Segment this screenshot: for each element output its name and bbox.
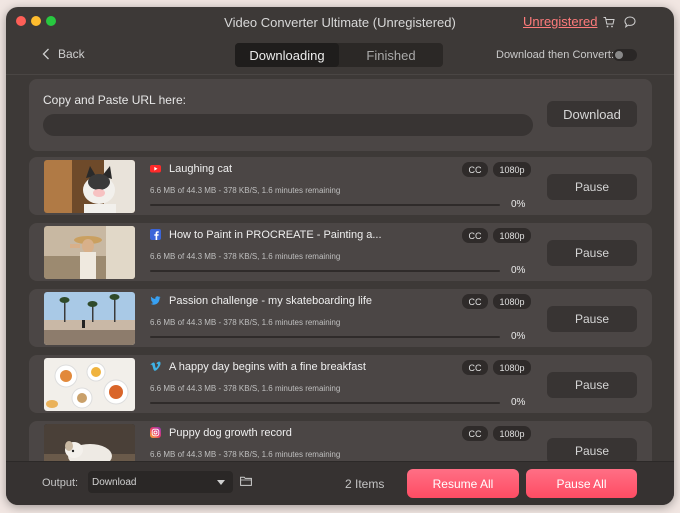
item-title: Laughing cat bbox=[169, 163, 232, 175]
pause-all-button[interactable]: Pause All bbox=[526, 469, 637, 498]
toggle-knob bbox=[615, 51, 623, 59]
output-label: Output: bbox=[42, 477, 79, 489]
tab-downloading[interactable]: Downloading bbox=[235, 43, 339, 67]
progress-bar bbox=[150, 204, 500, 206]
item-meta: 6.6 MB of 44.3 MB - 378 KB/S, 1.6 minute… bbox=[150, 450, 341, 459]
url-input[interactable] bbox=[43, 114, 533, 136]
youtube-icon bbox=[150, 165, 161, 173]
twitter-icon bbox=[150, 296, 161, 305]
url-panel: Copy and Paste URL here: Download bbox=[29, 79, 652, 151]
pause-button[interactable]: Pause bbox=[547, 306, 637, 332]
item-title: Puppy dog growth record bbox=[169, 427, 292, 439]
cc-badge: CC bbox=[462, 294, 488, 309]
item-title: How to Paint in PROCREATE - Painting a..… bbox=[169, 229, 382, 241]
resolution-badge: 1080p bbox=[493, 426, 531, 441]
cc-badge: CC bbox=[462, 426, 488, 441]
progress-bar bbox=[150, 270, 500, 272]
download-item: Passion challenge - my skateboarding lif… bbox=[29, 289, 652, 347]
chat-icon[interactable] bbox=[624, 16, 636, 28]
output-select-value: Download bbox=[92, 476, 137, 488]
pause-button[interactable]: Pause bbox=[547, 240, 637, 266]
pause-button[interactable]: Pause bbox=[547, 372, 637, 398]
instagram-icon bbox=[150, 427, 161, 438]
resolution-badge: 1080p bbox=[493, 228, 531, 243]
cc-badge: CC bbox=[462, 162, 488, 177]
output-select[interactable]: Download bbox=[88, 471, 233, 493]
item-title: Passion challenge - my skateboarding lif… bbox=[169, 295, 373, 307]
resolution-badge: 1080p bbox=[493, 294, 531, 309]
progress-percent: 0% bbox=[511, 199, 526, 210]
pause-button[interactable]: Pause bbox=[547, 174, 637, 200]
cc-badge: CC bbox=[462, 360, 488, 375]
progress-bar bbox=[150, 402, 500, 404]
video-thumbnail bbox=[44, 358, 135, 411]
folder-icon[interactable] bbox=[240, 476, 252, 486]
chevron-left-icon bbox=[42, 48, 49, 60]
video-thumbnail bbox=[44, 160, 135, 213]
back-button[interactable]: Back bbox=[42, 47, 85, 61]
cart-icon[interactable] bbox=[603, 16, 615, 28]
tab-finished[interactable]: Finished bbox=[339, 43, 443, 67]
download-button[interactable]: Download bbox=[547, 101, 637, 127]
items-count: 2 Items bbox=[345, 477, 385, 491]
progress-bar bbox=[150, 336, 500, 338]
item-meta: 6.6 MB of 44.3 MB - 378 KB/S, 1.6 minute… bbox=[150, 318, 341, 327]
video-thumbnail bbox=[44, 226, 135, 279]
cc-badge: CC bbox=[462, 228, 488, 243]
progress-percent: 0% bbox=[511, 397, 526, 408]
divider bbox=[6, 74, 674, 75]
chevron-down-icon bbox=[217, 479, 225, 485]
vimeo-icon bbox=[150, 361, 161, 371]
resume-all-button[interactable]: Resume All bbox=[407, 469, 519, 498]
title-bar: Video Converter Ultimate (Unregistered) … bbox=[6, 7, 674, 37]
url-label: Copy and Paste URL here: bbox=[43, 93, 186, 107]
item-title: A happy day begins with a fine breakfast bbox=[169, 361, 366, 373]
item-meta: 6.6 MB of 44.3 MB - 378 KB/S, 1.6 minute… bbox=[150, 384, 341, 393]
resolution-badge: 1080p bbox=[493, 360, 531, 375]
unregistered-link[interactable]: Unregistered bbox=[523, 14, 597, 29]
item-meta: 6.6 MB of 44.3 MB - 378 KB/S, 1.6 minute… bbox=[150, 186, 341, 195]
back-label: Back bbox=[58, 47, 85, 61]
resolution-badge: 1080p bbox=[493, 162, 531, 177]
progress-percent: 0% bbox=[511, 265, 526, 276]
download-then-convert-label: Download then Convert: bbox=[496, 49, 615, 61]
download-item: Laughing cat CC 1080p 6.6 MB of 44.3 MB … bbox=[29, 157, 652, 215]
item-meta: 6.6 MB of 44.3 MB - 378 KB/S, 1.6 minute… bbox=[150, 252, 341, 261]
tab-bar: Downloading Finished bbox=[235, 43, 443, 67]
bottom-bar: Output: Download 2 Items Resume All Paus… bbox=[6, 461, 674, 505]
facebook-icon bbox=[150, 229, 161, 240]
download-then-convert-toggle[interactable] bbox=[613, 49, 637, 61]
download-item: How to Paint in PROCREATE - Painting a..… bbox=[29, 223, 652, 281]
progress-percent: 0% bbox=[511, 331, 526, 342]
download-item: A happy day begins with a fine breakfast… bbox=[29, 355, 652, 413]
app-window: Video Converter Ultimate (Unregistered) … bbox=[6, 7, 674, 505]
video-thumbnail bbox=[44, 292, 135, 345]
